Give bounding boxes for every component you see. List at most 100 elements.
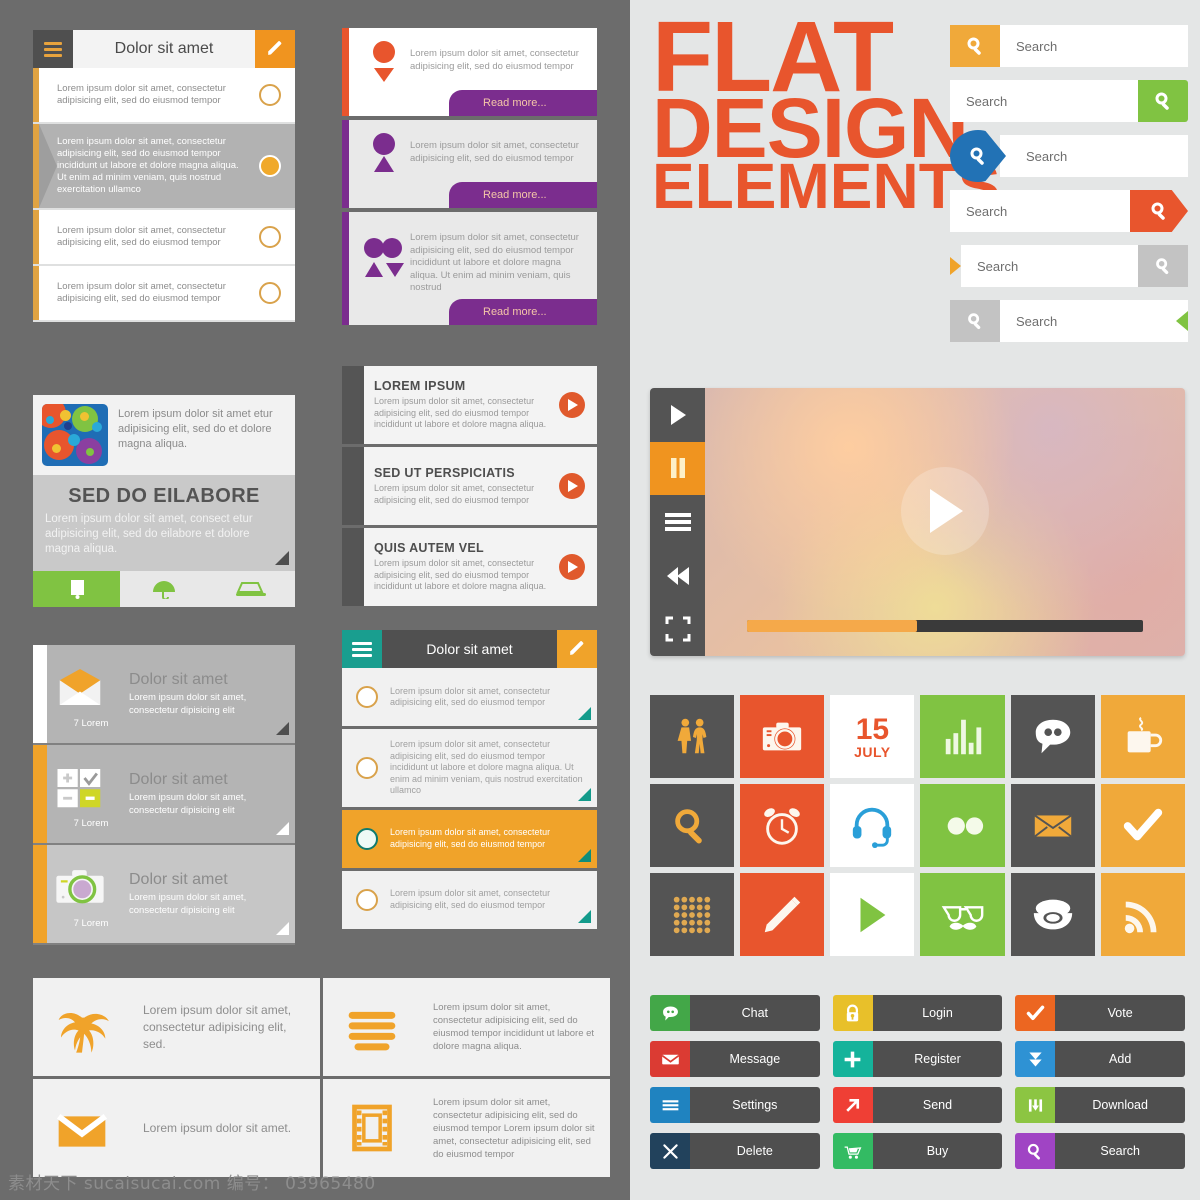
search-bar[interactable]: Search	[950, 80, 1188, 122]
read-more-card[interactable]: Lorem ipsum dolor sit amet, consectetur …	[342, 212, 597, 325]
search-icon[interactable]	[1130, 190, 1188, 232]
list-g-row[interactable]: Lorem ipsum dolor sit amet, consectetur …	[342, 729, 597, 807]
action-button[interactable]: Add	[1015, 1041, 1185, 1077]
list-g-row[interactable]: Lorem ipsum dolor sit amet, consectetur …	[342, 809, 597, 868]
menu-icon[interactable]	[650, 495, 705, 549]
search-bar[interactable]: Search	[950, 190, 1188, 232]
play-icon[interactable]	[650, 388, 705, 442]
pencil-icon[interactable]	[255, 30, 295, 68]
action-button[interactable]: Buy	[832, 1133, 1003, 1169]
rss-icon[interactable]	[1100, 873, 1185, 956]
grid-d-cell[interactable]: Lorem ipsum dolor sit amet, consectetur …	[33, 978, 320, 1076]
lorem-card-heading: LOREM IPSUM	[374, 379, 466, 394]
card-7-lorem[interactable]: 7 Lorem Dolor sit amet Lorem ipsum dolor…	[33, 645, 295, 745]
mail-icon[interactable]	[1010, 784, 1095, 867]
action-button[interactable]: Message	[650, 1041, 820, 1077]
list-a-row[interactable]: Lorem ipsum dolor sit amet, consectetur …	[33, 266, 295, 322]
pencil-icon[interactable]	[740, 873, 825, 956]
hamburger-icon[interactable]	[33, 30, 73, 68]
pencil-icon[interactable]	[557, 630, 597, 668]
speech-bubble-icon[interactable]	[1010, 695, 1095, 778]
lorem-card[interactable]: QUIS AUTEM VEL Lorem ipsum dolor sit ame…	[342, 528, 597, 606]
search-input[interactable]: Search	[950, 190, 1130, 232]
laptop-icon[interactable]	[207, 571, 295, 607]
action-button[interactable]: Delete	[650, 1133, 820, 1169]
list-g-row[interactable]: Lorem ipsum dolor sit amet, consectetur …	[342, 668, 597, 726]
radio-toggle[interactable]	[259, 84, 281, 106]
card-7-lorem[interactable]: 7 Lorem Dolor sit amet Lorem ipsum dolor…	[33, 845, 295, 945]
alarm-clock-icon[interactable]	[740, 784, 825, 867]
list-g-row-text: Lorem ipsum dolor sit amet, consectetur …	[390, 739, 583, 795]
action-button[interactable]: Chat	[650, 995, 820, 1031]
lorem-card[interactable]: LOREM IPSUM Lorem ipsum dolor sit amet, …	[342, 366, 597, 444]
play-circle-icon[interactable]	[559, 554, 585, 580]
check-icon[interactable]	[1100, 784, 1185, 867]
play-circle-icon[interactable]	[901, 467, 989, 556]
radio-toggle[interactable]	[356, 686, 378, 708]
radio-toggle[interactable]	[259, 282, 281, 304]
card-7-lorem[interactable]: 7 Lorem Dolor sit amet Lorem ipsum dolor…	[33, 745, 295, 845]
lorem-card[interactable]: SED UT PERSPICIATIS Lorem ipsum dolor si…	[342, 447, 597, 525]
action-button[interactable]: Login	[832, 995, 1003, 1031]
search-icon[interactable]	[950, 300, 1000, 342]
radio-toggle[interactable]	[356, 827, 378, 850]
search-bar[interactable]: Search	[950, 300, 1188, 342]
pause-icon[interactable]	[650, 441, 705, 496]
action-button[interactable]: Send	[832, 1087, 1003, 1123]
progress-track[interactable]	[747, 620, 1143, 632]
search-icon[interactable]	[950, 130, 1006, 182]
camera-icon[interactable]	[740, 695, 825, 778]
radio-toggle[interactable]	[259, 226, 281, 248]
search-input[interactable]: Search	[961, 245, 1138, 287]
list-a-row[interactable]: Lorem ipsum dolor sit amet, consectetur …	[33, 124, 295, 210]
rewind-icon[interactable]	[650, 549, 705, 603]
action-button[interactable]: Download	[1015, 1087, 1185, 1123]
action-button[interactable]: Register	[832, 1041, 1003, 1077]
search-bar[interactable]: Search	[950, 245, 1188, 287]
headset-icon[interactable]	[830, 784, 915, 867]
play-circle-icon[interactable]	[559, 473, 585, 499]
search-bar[interactable]: Search	[950, 130, 1188, 182]
umbrella-icon[interactable]	[120, 571, 208, 607]
grid-dots-icon[interactable]	[650, 873, 735, 956]
calendar-icon[interactable]: 15 JULY	[830, 695, 915, 778]
grid-d-cell[interactable]: Lorem ipsum dolor sit amet, consectetur …	[323, 978, 610, 1076]
action-button[interactable]: Search	[1015, 1133, 1185, 1169]
grid-d-cell[interactable]: Lorem ipsum dolor sit amet.	[33, 1079, 320, 1177]
search-input[interactable]: Search	[1000, 300, 1188, 342]
search-input[interactable]: Search	[950, 80, 1138, 122]
list-a-row[interactable]: Lorem ipsum dolor sit amet, consectetur …	[33, 210, 295, 266]
telephone-icon[interactable]	[1010, 873, 1095, 956]
bar-chart-icon[interactable]	[920, 695, 1005, 778]
radio-toggle[interactable]	[356, 756, 378, 779]
restroom-icon[interactable]	[650, 695, 735, 778]
two-dots-icon[interactable]	[920, 784, 1005, 867]
radio-toggle[interactable]	[356, 888, 378, 911]
search-icon[interactable]	[950, 25, 1000, 67]
player-stage[interactable]	[705, 388, 1185, 656]
action-button[interactable]: Vote	[1015, 995, 1185, 1031]
search-icon[interactable]	[1138, 245, 1188, 287]
grid-d-cell[interactable]: Lorem ipsum dolor sit amet, consectetur …	[323, 1079, 610, 1177]
glasses-mustache-icon[interactable]	[920, 873, 1005, 956]
list-a-row[interactable]: Lorem ipsum dolor sit amet, consectetur …	[33, 68, 295, 124]
search-icon[interactable]	[650, 784, 735, 867]
radio-toggle[interactable]	[259, 155, 281, 177]
list-g-row[interactable]: Lorem ipsum dolor sit amet, consectetur …	[342, 870, 597, 929]
action-button[interactable]: Settings	[650, 1087, 820, 1123]
read-more-button[interactable]: Read more...	[449, 298, 597, 325]
play-circle-icon[interactable]	[559, 392, 585, 418]
read-more-button[interactable]: Read more...	[449, 90, 597, 116]
read-more-button[interactable]: Read more...	[449, 182, 597, 208]
play-icon[interactable]	[830, 873, 915, 956]
search-input[interactable]: Search	[1000, 25, 1188, 67]
hamburger-icon[interactable]	[342, 630, 382, 668]
fullscreen-icon[interactable]	[650, 602, 705, 656]
phone-icon[interactable]	[33, 571, 121, 607]
search-icon[interactable]	[1138, 80, 1188, 122]
coffee-mug-icon[interactable]	[1100, 695, 1185, 778]
read-more-card[interactable]: Lorem ipsum dolor sit amet, consectetur …	[342, 28, 597, 116]
read-more-card[interactable]: Lorem ipsum dolor sit amet, consectetur …	[342, 120, 597, 208]
search-input[interactable]: Search	[1000, 135, 1188, 177]
search-bar[interactable]: Search	[950, 25, 1188, 67]
